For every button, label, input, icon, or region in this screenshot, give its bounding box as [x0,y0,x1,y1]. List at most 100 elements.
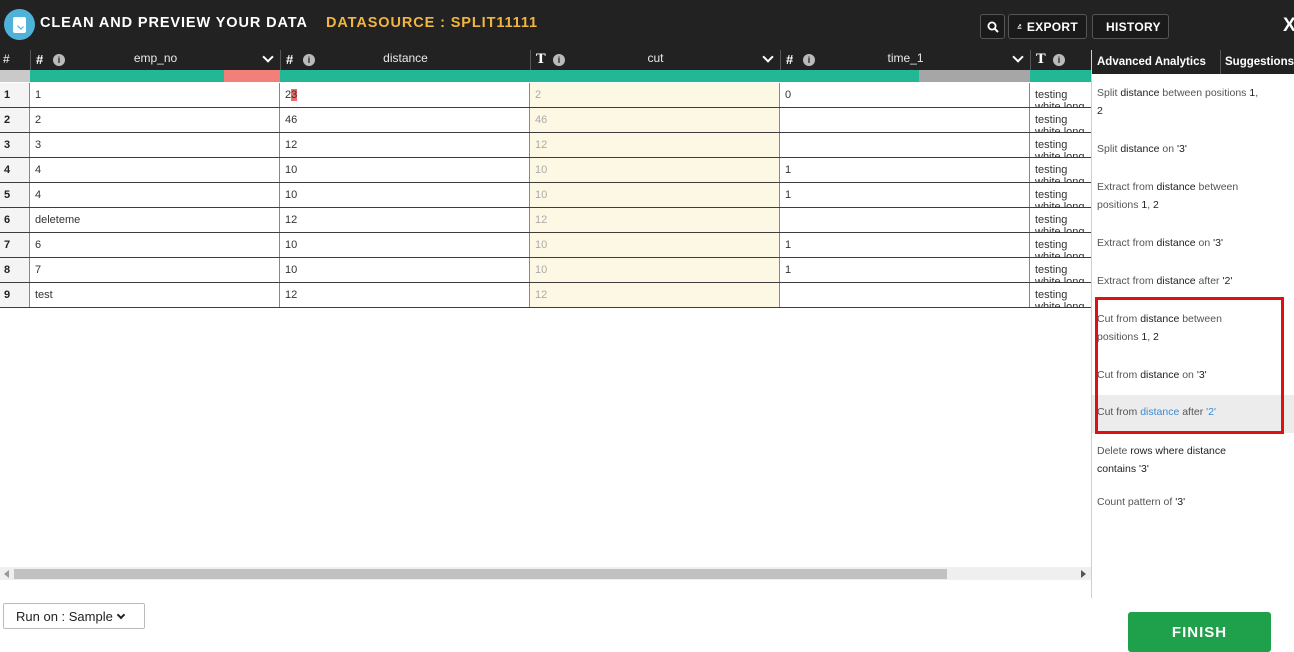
search-button[interactable] [980,14,1005,39]
invalid-segment [224,70,280,82]
cell-time-1[interactable]: 1 [780,183,1030,207]
cell-cut[interactable]: 12 [530,133,780,157]
table-row: 4410101testing white long text wh [0,158,1091,183]
cell-extra[interactable]: testing white long text wh [1030,158,1091,182]
cell-cut[interactable]: 10 [530,158,780,182]
top-bar: CLEAN AND PREVIEW YOUR DATA DATASOURCE :… [0,0,1294,50]
tab-suggestions[interactable]: Suggestions [1220,50,1294,74]
suggestion-text: between [1195,181,1239,193]
horizontal-scrollbar[interactable] [0,567,1091,580]
cell-cut[interactable]: 12 [530,208,780,232]
suggestion-item[interactable]: Extract from distance between positions 1… [1092,178,1294,214]
cell-cut[interactable]: 2 [530,83,780,107]
table-row: 7610101testing white long text wh [0,233,1091,258]
column-header-emp-no[interactable]: # i emp_no [30,50,280,70]
cell-distance[interactable]: 12 [280,133,530,157]
column-name: distance [383,51,428,65]
cell-emp-no[interactable]: test [30,283,280,307]
cell-text: 10 [285,189,298,201]
suggestion-item[interactable]: Extract from distance after '2' [1092,272,1294,290]
suggestion-keyword: '3' [1213,237,1223,249]
history-button[interactable]: HISTORY [1092,14,1169,39]
cell-extra[interactable]: testing white long text wh [1030,283,1091,307]
suggestion-text: between positions [1159,87,1250,99]
row-number: 2 [0,108,30,132]
cell-extra[interactable]: testing white long text wh [1030,83,1091,107]
table-row: 22 46 46 testing white long text wh [0,108,1091,133]
suggestion-keyword: distance [1156,275,1196,287]
scroll-left-icon[interactable] [4,570,9,578]
cell-cut[interactable]: 46 [530,108,780,132]
cell-distance[interactable]: 12 [280,283,530,307]
scroll-right-icon[interactable] [1081,570,1086,578]
suggestion-item[interactable]: Count pattern of '3' [1092,493,1294,511]
cell-distance[interactable]: 12 [280,208,530,232]
rownum-header: # [0,50,30,70]
cell-text: 10 [285,239,298,251]
cell-time-1[interactable]: 1 [780,233,1030,257]
column-header-time-1[interactable]: # i time_1 [780,50,1030,70]
cell-cut[interactable]: 12 [530,283,780,307]
suggestion-item[interactable]: Split distance between positions 1, 2 [1092,84,1294,120]
cell-emp-no[interactable]: 2 [30,108,280,132]
datasource-title: DATASOURCE : SPLIT11111 [326,15,538,31]
table-row: 5410101testing white long text wh [0,183,1091,208]
suggestion-keyword: 2 [1153,199,1159,211]
cell-emp-no[interactable]: 4 [30,183,280,207]
suggestion-keyword: rows where distance [1130,445,1226,457]
highlighted-match[interactable]: 3 [291,89,298,101]
suggestion-item[interactable]: Extract from distance on '3' [1092,234,1294,252]
cell-cut[interactable]: 10 [530,183,780,207]
cell-emp-no[interactable]: deleteme [30,208,280,232]
finish-button[interactable]: FINISH [1128,612,1271,652]
cell-distance[interactable]: 23 [280,83,530,107]
cell-time-1[interactable]: 1 [780,158,1030,182]
cell-time-1[interactable] [780,208,1030,232]
suggestion-keyword: '3' [1176,143,1187,155]
suggestion-item[interactable]: Split distance on '3' [1092,140,1294,158]
cell-emp-no[interactable]: 1 [30,83,280,107]
cell-text: 12 [285,139,298,151]
close-button[interactable]: X [1283,15,1294,37]
suggestion-text: Split [1097,87,1121,99]
cell-extra[interactable]: testing white long text wh [1030,208,1091,232]
column-header-extra[interactable]: T i [1030,50,1091,70]
row-number: 3 [0,133,30,157]
row-number: 8 [0,258,30,282]
cell-emp-no[interactable]: 7 [30,258,280,282]
cell-extra[interactable]: testing white long text wh [1030,108,1091,132]
cell-time-1[interactable] [780,283,1030,307]
export-button[interactable]: EXPORT [1008,14,1087,39]
cell-extra[interactable]: testing white long text wh [1030,183,1091,207]
cell-emp-no[interactable]: 4 [30,158,280,182]
cell-distance[interactable]: 10 [280,233,530,257]
cell-distance[interactable]: 10 [280,258,530,282]
cell-emp-no[interactable]: 3 [30,133,280,157]
cell-extra[interactable]: testing white long text wh [1030,233,1091,257]
suggestion-text: Extract from [1097,275,1157,287]
run-on-dropdown[interactable]: Run on : Sample [3,603,145,629]
suggestion-text: Split [1097,143,1121,155]
cell-cut[interactable]: 10 [530,233,780,257]
tab-advanced-analytics[interactable]: Advanced Analytics [1092,50,1219,74]
cell-emp-no[interactable]: 6 [30,233,280,257]
app-logo-icon [4,9,35,40]
suggestion-keyword: distance [1120,143,1160,155]
cell-distance[interactable]: 10 [280,158,530,182]
quality-bar-extra [1030,70,1091,82]
cell-time-1[interactable]: 1 [780,258,1030,282]
cell-cut[interactable]: 10 [530,258,780,282]
cell-distance[interactable]: 46 [280,108,530,132]
cell-extra[interactable]: testing white long text wh [1030,258,1091,282]
scroll-thumb[interactable] [14,569,947,579]
cell-distance[interactable]: 10 [280,183,530,207]
history-label: HISTORY [1106,19,1161,34]
cell-time-1[interactable]: 0 [780,83,1030,107]
cell-extra[interactable]: testing white long text wh [1030,133,1091,157]
suggestion-item[interactable]: Delete rows where distance contains '3' [1092,442,1294,478]
info-icon[interactable]: i [1053,54,1065,66]
column-header-distance[interactable]: # i distance [280,50,530,70]
cell-time-1[interactable] [780,133,1030,157]
column-header-cut[interactable]: T i cut [530,50,780,70]
cell-time-1[interactable] [780,108,1030,132]
